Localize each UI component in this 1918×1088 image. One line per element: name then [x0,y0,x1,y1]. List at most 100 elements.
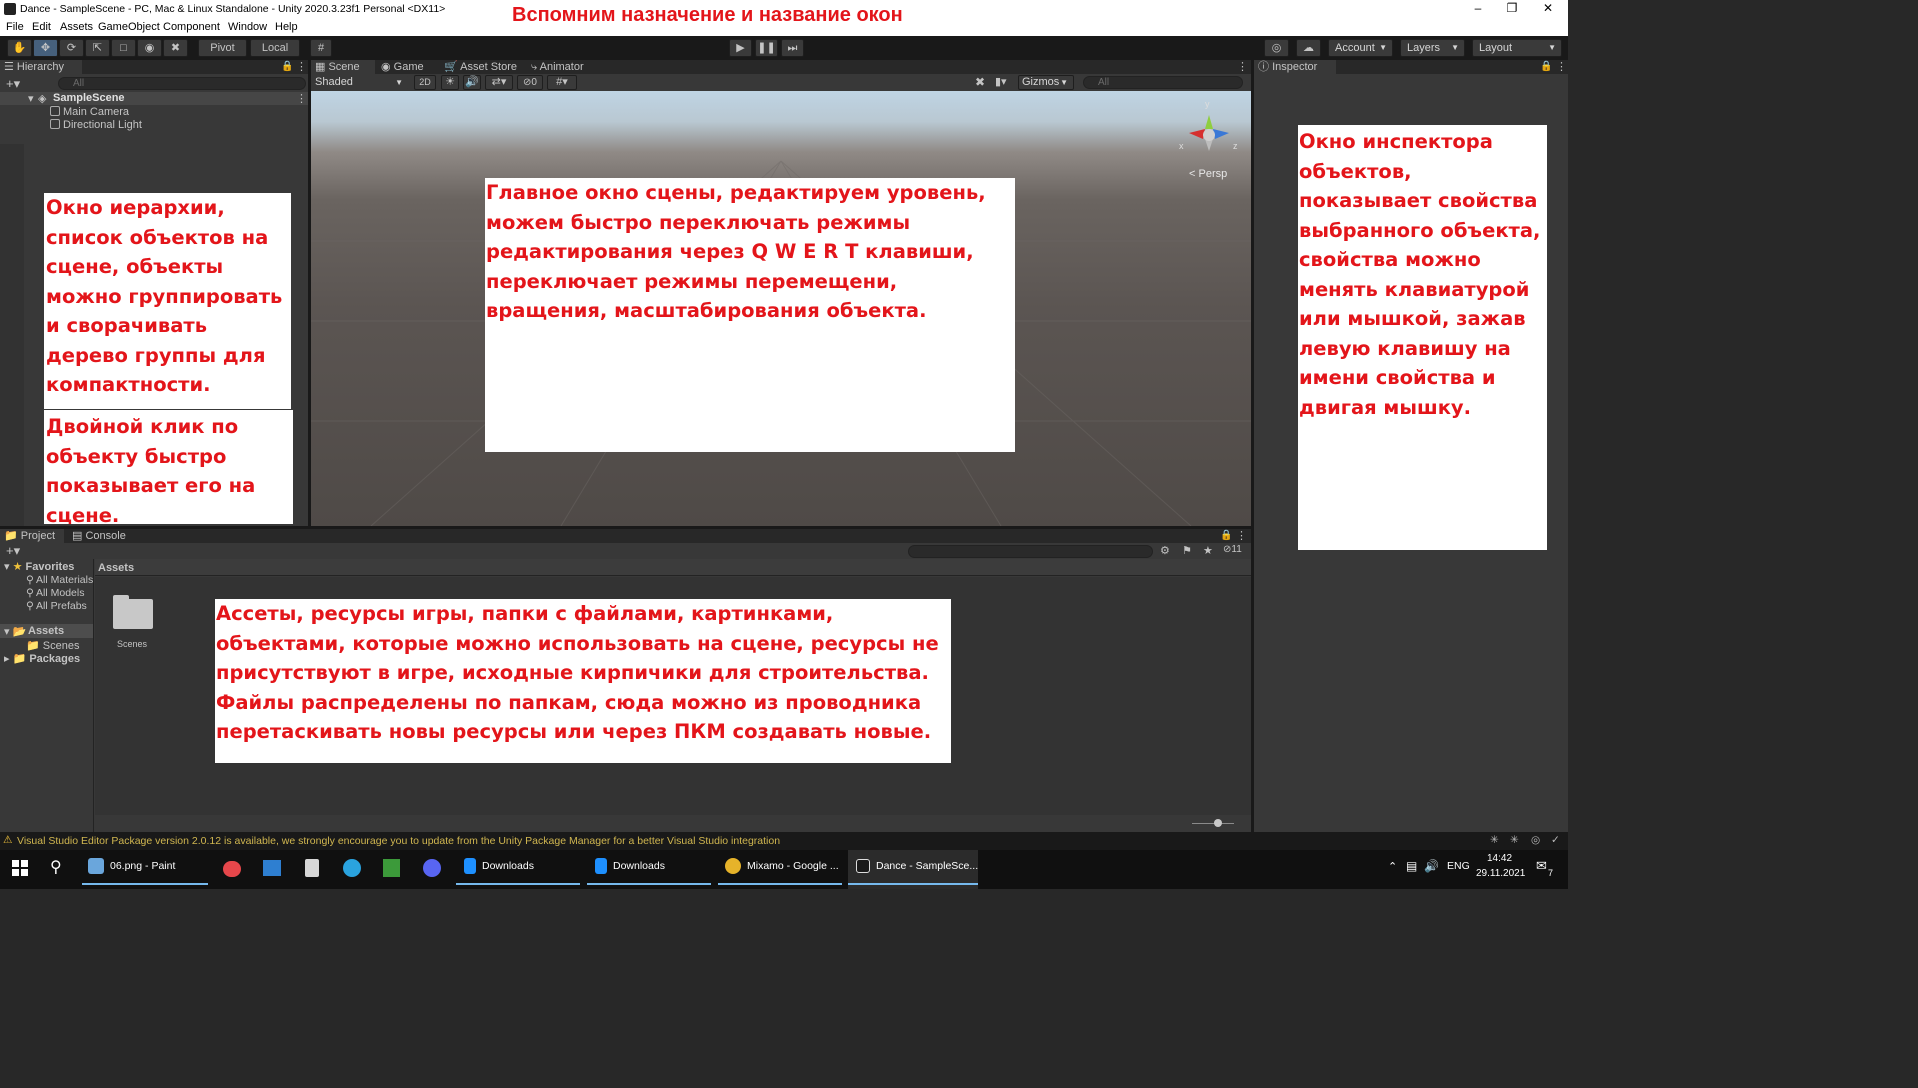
hierarchy-search-input[interactable]: All [58,77,306,90]
layers-dropdown[interactable]: Layers ▼ [1400,39,1465,57]
layout-dropdown[interactable]: Layout ▼ [1472,39,1562,57]
close-button[interactable]: ✕ [1533,1,1563,18]
breadcrumb-assets[interactable]: Assets [98,562,134,574]
tab-asset-store[interactable]: 🛒 Asset Store [440,60,526,75]
lock-icon[interactable]: 🔒 [1540,61,1552,72]
menu-help[interactable]: Help [275,21,298,33]
taskbar-paint[interactable]: 06.png - Paint [82,850,208,889]
orientation-gizmo[interactable]: y x z [1179,99,1243,159]
tab-game[interactable]: ◉ Game [377,60,439,75]
discord-icon[interactable] [423,859,441,877]
volume-icon[interactable]: 🔊 [1424,859,1439,873]
taskbar-unity[interactable]: Dance - SampleSce... [848,850,978,889]
zoom-slider-handle[interactable] [1214,819,1222,827]
tab-hierarchy[interactable]: ☰ Hierarchy [0,60,82,75]
lock-icon[interactable]: 🔒 [281,61,293,72]
tab-console[interactable]: ▤ Console [68,529,138,544]
status-message[interactable]: Visual Studio Editor Package version 2.0… [17,835,780,847]
more-icon[interactable]: ⋮ [1556,60,1567,73]
taskbar-downloads[interactable]: Downloads [456,850,580,889]
menu-window[interactable]: Window [228,21,267,33]
scene-search-input[interactable]: All [1083,76,1243,89]
shading-dropdown[interactable]: Shaded ▼ [312,75,409,90]
pivot-toggle[interactable]: Pivot [198,39,247,57]
scenes-folder-row[interactable]: 📁 Scenes [26,639,79,652]
tab-scene[interactable]: ▦ Scene [311,60,375,75]
tray-chevron-up-icon[interactable]: ⌃ [1388,860,1397,873]
play-button[interactable]: ▶ [729,39,752,57]
scene-more-icon[interactable]: ⋮ [1237,60,1248,73]
menu-gameobject[interactable]: GameObject [98,21,160,33]
tab-animator[interactable]: ⤷ Animator [527,60,603,75]
language-indicator[interactable]: ENG [1447,860,1470,872]
menu-component[interactable]: Component [163,21,220,33]
more-icon[interactable]: ⋮ [296,60,307,73]
restore-button[interactable]: ❐ [1497,1,1527,18]
windows-start-icon[interactable] [12,860,28,876]
menu-file[interactable]: File [6,21,24,33]
scene-row[interactable]: ▾ ◈ SampleScene ⋮ [0,92,308,105]
tools-icon[interactable]: ✖ [975,75,985,89]
list-item[interactable]: Main Camera [50,106,129,118]
taskbar-chrome[interactable]: Mixamo - Google ... [718,850,842,889]
scale-tool-button[interactable]: ⇱ [85,39,110,57]
favorites-item[interactable]: ⚲ All Prefabs [26,600,87,612]
notepad-icon[interactable] [383,859,400,877]
star-icon[interactable]: ★ [1203,544,1213,557]
hidden-objects-toggle[interactable]: ⊘0 [517,75,543,90]
effects-dropdown[interactable]: ⇄▾ [485,75,513,90]
taskbar-downloads[interactable]: Downloads [587,850,711,889]
persp-toggle[interactable]: < Persp [1189,168,1227,180]
account-dropdown[interactable]: Account ▼ [1328,39,1393,57]
computer-icon[interactable] [263,860,281,876]
collab-button[interactable]: ◎ [1264,39,1289,57]
favorites-item[interactable]: ⚲ All Materials [26,574,93,586]
search-icon[interactable]: ⚲ [50,857,62,877]
tab-inspector[interactable]: ⓘ Inspector [1254,60,1336,75]
menu-edit[interactable]: Edit [32,21,51,33]
zoom-slider[interactable] [1192,823,1234,824]
favorites-item[interactable]: ⚲ All Models [26,587,84,599]
calculator-icon[interactable] [305,859,319,877]
add-button[interactable]: +▾ [6,76,20,92]
pause-button[interactable]: ❚❚ [755,39,778,57]
rotate-tool-button[interactable]: ⟳ [59,39,84,57]
app-icon[interactable] [223,861,241,877]
folder-icon[interactable] [113,595,153,629]
packages-row[interactable]: ▸ 📁 Packages [4,652,80,665]
move-tool-button[interactable]: ✥ [33,39,58,57]
project-search-input[interactable] [908,545,1153,558]
debug-icon[interactable]: ✳ [1490,834,1499,846]
assets-row[interactable]: ▾ 📂 Assets [0,624,93,638]
filter-type-icon[interactable]: ⚙ [1160,544,1170,557]
favorites-row[interactable]: ▾ ★ Favorites [4,560,74,573]
lock-icon[interactable]: 🔒 [1220,530,1232,541]
custom-tool-button[interactable]: ✖ [163,39,188,57]
hidden-packages-toggle[interactable]: ⊘11 [1223,544,1242,555]
telegram-icon[interactable] [343,859,361,877]
auto-generate-lighting-icon[interactable]: ✳ [1510,834,1519,846]
notifications-icon[interactable]: ✉ [1536,858,1547,874]
cloud-button[interactable]: ☁ [1296,39,1321,57]
tab-project[interactable]: 📁 Project [0,529,64,544]
check-icon[interactable]: ✓ [1551,834,1560,846]
audio-toggle[interactable]: 🔊 [463,75,481,90]
camera-dropdown[interactable]: ▮▾ [995,75,1007,88]
hand-tool-button[interactable]: ✋ [7,39,32,57]
grid-dropdown[interactable]: #▾ [547,75,577,90]
clock-date[interactable]: 29.11.2021 [1476,868,1525,879]
gizmos-dropdown[interactable]: Gizmos ▼ [1018,75,1074,90]
rect-tool-button[interactable]: □ [111,39,136,57]
local-toggle[interactable]: Local [250,39,300,57]
minimize-button[interactable]: – [1463,1,1493,18]
lighting-toggle[interactable]: ☀ [441,75,459,90]
menu-assets[interactable]: Assets [60,21,93,33]
network-icon[interactable]: ▤ [1406,859,1417,873]
collapse-arrow-icon[interactable]: ▾ [28,92,34,105]
grid-snap-button[interactable]: # [310,39,332,57]
transform-tool-button[interactable]: ◉ [137,39,162,57]
filter-label-icon[interactable]: ⚑ [1182,544,1192,557]
list-item[interactable]: Directional Light [50,119,142,131]
progress-icon[interactable]: ◎ [1531,834,1540,846]
create-button[interactable]: +▾ [6,543,20,559]
